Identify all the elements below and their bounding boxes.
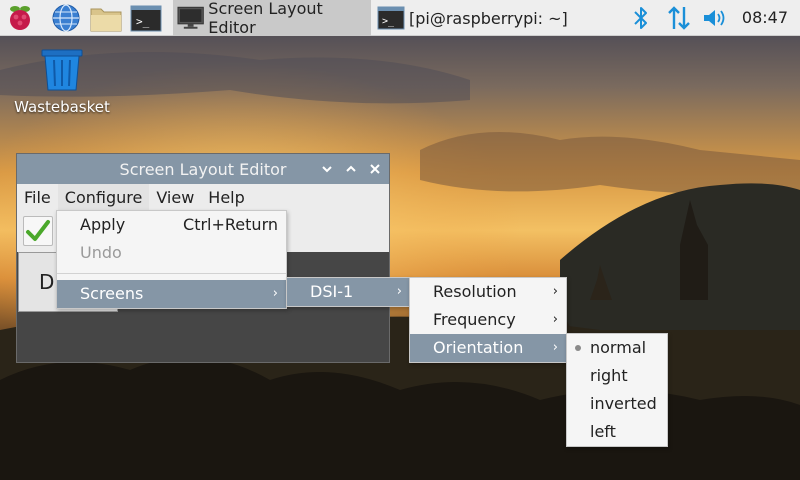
window-titlebar[interactable]: Screen Layout Editor xyxy=(17,154,389,184)
menu-item-label: right xyxy=(590,366,628,385)
menu-item-label: normal xyxy=(590,338,647,357)
close-icon[interactable] xyxy=(365,159,385,179)
monitor-icon xyxy=(177,6,204,29)
menu-item-resolution[interactable]: Resolution › xyxy=(410,278,566,306)
system-tray xyxy=(630,0,728,36)
submenu-arrow-icon: › xyxy=(552,284,558,299)
configure-menu: Apply Ctrl+Return Undo Screens › xyxy=(56,210,287,309)
screen-label: D xyxy=(39,270,55,294)
clock[interactable]: 08:47 xyxy=(742,0,788,36)
terminal-icon[interactable]: >_ xyxy=(130,2,162,34)
menu-item-undo: Undo xyxy=(57,239,286,267)
svg-text:>_: >_ xyxy=(382,16,395,27)
menu-view[interactable]: View xyxy=(149,184,201,212)
submenu-arrow-icon: › xyxy=(272,286,278,301)
menu-item-dsi-1[interactable]: DSI-1 › xyxy=(287,278,410,306)
checkmark-icon xyxy=(26,220,50,241)
screens-submenu: DSI-1 › xyxy=(286,277,411,307)
terminal-icon: >_ xyxy=(377,6,405,30)
menu-item-label: left xyxy=(590,422,616,441)
menu-separator xyxy=(57,273,286,274)
task-label: [pi@raspberrypi: ~] xyxy=(409,8,568,28)
submenu-arrow-icon: › xyxy=(552,312,558,327)
menu-item-right[interactable]: right xyxy=(567,362,667,390)
menu-configure[interactable]: Configure xyxy=(57,184,150,212)
menu-item-label: Screens xyxy=(80,284,144,303)
task-terminal[interactable]: >_ [pi@raspberrypi: ~] xyxy=(373,0,573,36)
menu-item-label: Resolution xyxy=(433,282,517,301)
menu-item-label: DSI-1 xyxy=(310,282,354,301)
raspberry-pi-menu-icon[interactable] xyxy=(4,2,36,34)
file-manager-icon[interactable] xyxy=(89,2,122,34)
network-icon[interactable] xyxy=(666,4,692,32)
submenu-arrow-icon: › xyxy=(396,284,402,299)
menu-file[interactable]: File xyxy=(17,184,58,212)
menu-item-apply[interactable]: Apply Ctrl+Return xyxy=(57,211,286,239)
menu-item-frequency[interactable]: Frequency › xyxy=(410,306,566,334)
desktop-icon-label: Wastebasket xyxy=(14,98,110,116)
bluetooth-icon[interactable] xyxy=(630,5,652,31)
minimize-icon[interactable] xyxy=(317,159,337,179)
submenu-arrow-icon: › xyxy=(552,340,558,355)
radio-selected-icon xyxy=(575,345,581,351)
menu-help[interactable]: Help xyxy=(201,184,251,212)
taskbar: >_ Screen Layout Editor >_ [pi@raspberry… xyxy=(0,0,800,37)
accelerator-label: Ctrl+Return xyxy=(183,215,278,234)
svg-text:>_: >_ xyxy=(136,15,150,28)
menu-item-normal[interactable]: normal xyxy=(567,334,667,362)
menu-item-label: Apply xyxy=(80,215,126,234)
menu-item-orientation[interactable]: Orientation › xyxy=(410,334,566,362)
menu-item-label: inverted xyxy=(590,394,657,413)
orientation-submenu: normal right inverted left xyxy=(566,333,668,447)
menubar: File Configure View Help xyxy=(17,184,389,212)
task-label: Screen Layout Editor xyxy=(208,0,323,37)
task-screen-layout-editor[interactable]: Screen Layout Editor xyxy=(173,0,371,37)
volume-icon[interactable] xyxy=(702,6,728,30)
web-browser-icon[interactable] xyxy=(50,2,82,34)
menu-item-screens[interactable]: Screens › xyxy=(57,280,286,308)
menu-item-label: Undo xyxy=(80,243,122,262)
menu-item-left[interactable]: left xyxy=(567,418,667,446)
maximize-icon[interactable] xyxy=(341,159,361,179)
menu-item-inverted[interactable]: inverted xyxy=(567,390,667,418)
dsi-1-submenu: Resolution › Frequency › Orientation › xyxy=(409,277,567,363)
menu-item-label: Frequency xyxy=(433,310,516,329)
menu-item-label: Orientation xyxy=(433,338,524,357)
apply-toolbar-button[interactable] xyxy=(23,216,53,246)
wastebasket-icon xyxy=(41,49,83,91)
desktop-icon-wastebasket[interactable]: Wastebasket xyxy=(14,48,110,116)
